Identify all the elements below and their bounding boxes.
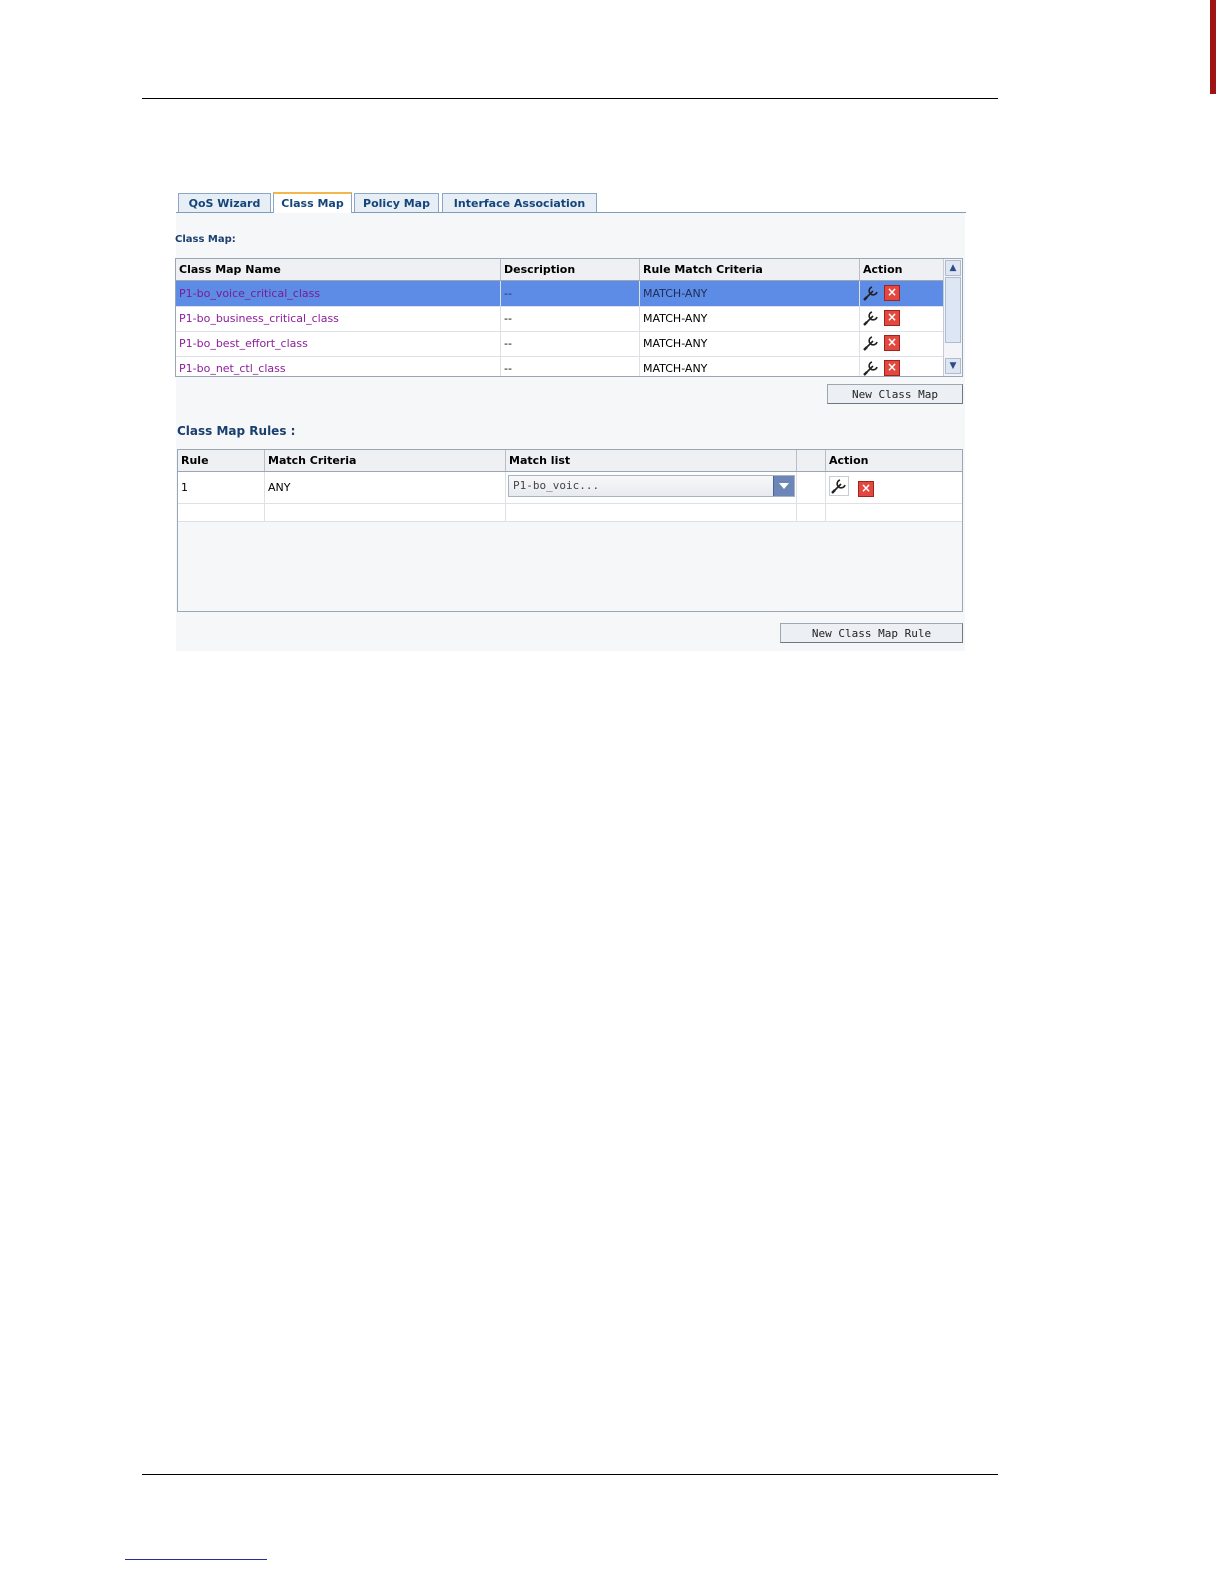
match-list-dropdown[interactable]: P1-bo_voic... xyxy=(508,475,795,497)
tab-label: Class Map xyxy=(281,197,344,210)
table-header: Rule Match Criteria Match list Action xyxy=(178,450,962,472)
table-row[interactable]: P1-bo_business_critical_class -- MATCH-A… xyxy=(176,306,944,332)
empty-cell xyxy=(178,504,265,521)
new-class-map-button[interactable]: New Class Map xyxy=(827,384,963,404)
column-header-match-criteria[interactable]: Match Criteria xyxy=(265,450,506,471)
tab-label: Interface Association xyxy=(453,196,586,210)
empty-area xyxy=(178,522,962,611)
description-cell: -- xyxy=(501,306,640,331)
tab-bar: QoS Wizard Class Map Policy Map Interfac… xyxy=(176,192,966,213)
table-header: Class Map Name Description Rule Match Cr… xyxy=(176,259,944,281)
tab-class-map[interactable]: Class Map xyxy=(273,192,352,213)
edit-wrench-icon[interactable] xyxy=(862,309,880,327)
criteria-cell: MATCH-ANY xyxy=(640,281,860,306)
match-list-value: P1-bo_voic... xyxy=(513,479,600,492)
table-row[interactable]: P1-bo_voice_critical_class -- MATCH-ANY … xyxy=(176,281,944,307)
page-edge-marker xyxy=(1210,0,1216,94)
chevron-down-icon[interactable]: ▼ xyxy=(945,358,961,374)
criteria-cell: MATCH-ANY xyxy=(640,356,860,376)
match-criteria-cell: ANY xyxy=(265,472,506,503)
edit-wrench-icon[interactable] xyxy=(862,334,880,352)
tab-interface-association[interactable]: Interface Association xyxy=(442,193,597,212)
tab-qos-wizard[interactable]: QoS Wizard xyxy=(178,193,271,212)
column-header-match-list[interactable]: Match list xyxy=(506,450,797,471)
column-header-blank xyxy=(797,450,826,471)
column-header-action: Action xyxy=(829,454,869,467)
action-cell: × xyxy=(826,472,962,503)
scrollbar-thumb[interactable] xyxy=(945,277,961,343)
tab-label: Policy Map xyxy=(363,196,430,210)
table-row xyxy=(178,504,962,522)
class-map-table: Class Map Name Description Rule Match Cr… xyxy=(175,258,963,377)
blank-cell xyxy=(797,472,826,503)
footer-underline xyxy=(125,1559,267,1560)
class-map-heading: Class Map: xyxy=(175,234,236,245)
edit-wrench-icon xyxy=(831,479,846,494)
column-header-rule[interactable]: Rule xyxy=(178,450,265,471)
description-cell: -- xyxy=(501,331,640,356)
action-cell: × xyxy=(860,356,944,377)
header-rule xyxy=(142,98,998,99)
tab-label: QoS Wizard xyxy=(188,196,261,210)
class-map-rules-heading: Class Map Rules : xyxy=(177,424,296,438)
class-map-rules-table: Rule Match Criteria Match list Action 1 … xyxy=(177,449,963,612)
delete-x-icon[interactable]: × xyxy=(884,310,900,326)
column-header-description[interactable]: Description xyxy=(501,259,640,280)
column-header-criteria[interactable]: Rule Match Criteria xyxy=(640,259,860,280)
action-cell: × xyxy=(860,281,944,306)
chevron-up-icon[interactable]: ▲ xyxy=(945,260,961,276)
class-map-name-link[interactable]: P1-bo_net_ctl_class xyxy=(176,356,501,376)
empty-cell xyxy=(265,504,506,521)
edit-button[interactable] xyxy=(829,476,849,496)
column-header-action: Action xyxy=(863,263,903,276)
delete-x-icon[interactable]: × xyxy=(884,360,900,376)
class-map-name-link[interactable]: P1-bo_voice_critical_class xyxy=(176,281,501,306)
chevron-down-icon[interactable] xyxy=(773,476,794,496)
action-cell: × xyxy=(860,306,944,331)
delete-x-icon[interactable]: × xyxy=(858,481,874,497)
column-header-name[interactable]: Class Map Name xyxy=(176,259,501,280)
tab-policy-map[interactable]: Policy Map xyxy=(354,193,439,212)
delete-x-icon[interactable]: × xyxy=(884,335,900,351)
rule-number-cell: 1 xyxy=(178,472,265,503)
description-cell: -- xyxy=(501,281,640,306)
empty-cell xyxy=(797,504,826,521)
footer-rule xyxy=(142,1474,998,1475)
class-map-name-link[interactable]: P1-bo_best_effort_class xyxy=(176,331,501,356)
edit-wrench-icon[interactable] xyxy=(862,359,880,377)
delete-x-icon[interactable]: × xyxy=(884,285,900,301)
criteria-cell: MATCH-ANY xyxy=(640,306,860,331)
table-row[interactable]: P1-bo_net_ctl_class -- MATCH-ANY × xyxy=(176,356,944,377)
edit-wrench-icon[interactable] xyxy=(862,284,880,302)
class-map-name-link[interactable]: P1-bo_business_critical_class xyxy=(176,306,501,331)
new-class-map-rule-button[interactable]: New Class Map Rule xyxy=(780,623,963,643)
table-row[interactable]: P1-bo_best_effort_class -- MATCH-ANY × xyxy=(176,331,944,357)
description-cell: -- xyxy=(501,356,640,376)
vertical-scrollbar[interactable]: ▲ ▼ xyxy=(943,259,962,376)
action-cell: × xyxy=(860,331,944,356)
criteria-cell: MATCH-ANY xyxy=(640,331,860,356)
empty-cell xyxy=(506,504,797,521)
